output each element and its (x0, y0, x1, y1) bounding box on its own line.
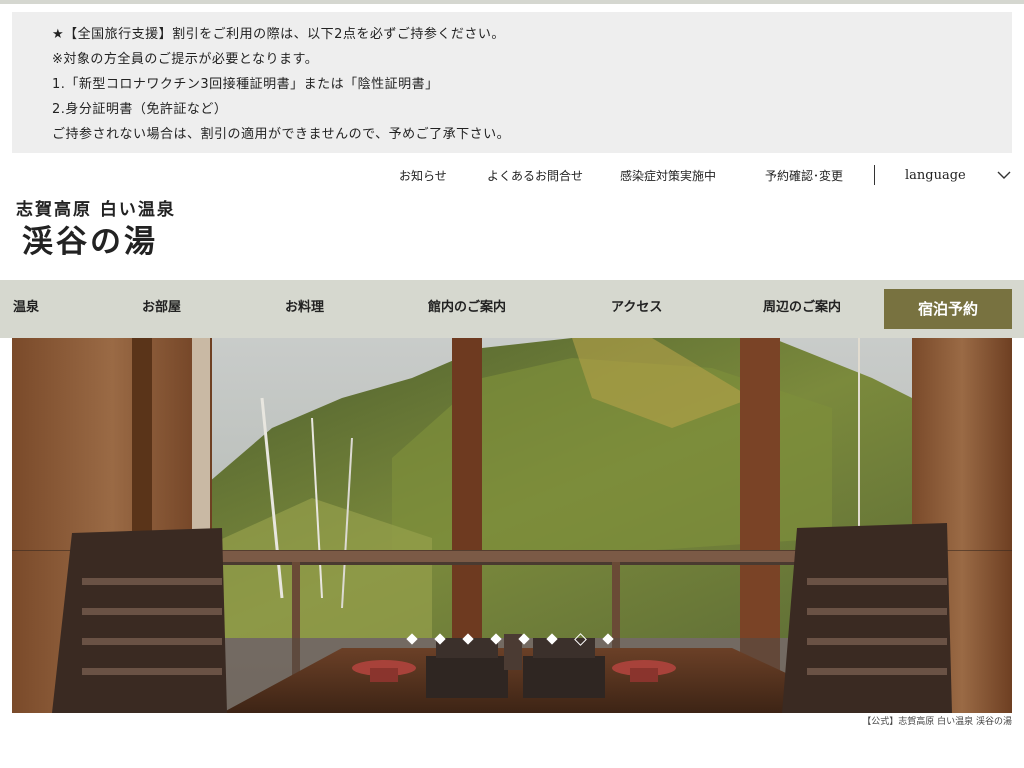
travel-support-notice: ★【全国旅行支援】割引をご利用の際は、以下2点を必ずご持参ください。 ※対象の方… (12, 12, 1012, 153)
language-selector[interactable]: language (905, 166, 1012, 186)
hero-slideshow[interactable] (12, 338, 1012, 713)
booking-button[interactable]: 宿泊予約 (884, 289, 1012, 329)
top-border (0, 0, 1024, 4)
util-divider (874, 165, 875, 185)
nav-item-access[interactable]: アクセス (611, 280, 662, 338)
slide-dot[interactable] (574, 633, 587, 646)
nav-item-cuisine[interactable]: お料理 (285, 280, 324, 338)
notice-line: 1.「新型コロナワクチン3回接種証明書」または「陰性証明書」 (52, 77, 439, 92)
notice-line: ★【全国旅行支援】割引をご利用の際は、以下2点を必ずご持参ください。 (52, 27, 505, 42)
slide-dot[interactable] (462, 633, 474, 645)
slide-indicators (12, 338, 1012, 713)
main-nav: 温泉 お部屋 お料理 館内のご案内 アクセス 周辺のご案内 宿泊予約 (0, 280, 1024, 338)
util-link-news[interactable]: お知らせ (399, 166, 447, 186)
slide-dot[interactable] (406, 633, 418, 645)
logo-subtitle: 志賀高原 白い温泉 (16, 200, 176, 220)
notice-line: ※対象の方全員のご提示が必要となります。 (52, 52, 319, 67)
slide-dot[interactable] (546, 633, 558, 645)
slide-dot[interactable] (602, 633, 614, 645)
logo-title: 渓谷の湯 (22, 224, 158, 260)
nav-item-rooms[interactable]: お部屋 (142, 280, 181, 338)
notice-line: ご持参されない場合は、割引の適用ができませんので、予めご了承下さい。 (52, 127, 511, 142)
chevron-down-icon (997, 171, 1011, 179)
nav-item-surroundings[interactable]: 周辺のご案内 (763, 280, 841, 338)
util-link-faq[interactable]: よくあるお問合せ (487, 166, 583, 186)
util-link-reservation-check[interactable]: 予約確認･変更 (765, 166, 843, 186)
slide-dot[interactable] (434, 633, 446, 645)
slide-dot[interactable] (518, 633, 530, 645)
site-caption: 【公式】志賀高原 白い温泉 渓谷の湯 (862, 717, 1012, 727)
nav-item-onsen[interactable]: 温泉 (13, 280, 39, 338)
notice-line: 2.身分証明書（免許証など） (52, 102, 228, 117)
language-label: language (905, 168, 966, 183)
site-logo[interactable]: 志賀高原 白い温泉 渓谷の湯 (16, 198, 186, 268)
slide-dot[interactable] (490, 633, 502, 645)
util-link-infection-measures[interactable]: 感染症対策実施中 (620, 166, 716, 186)
nav-item-facilities[interactable]: 館内のご案内 (428, 280, 506, 338)
